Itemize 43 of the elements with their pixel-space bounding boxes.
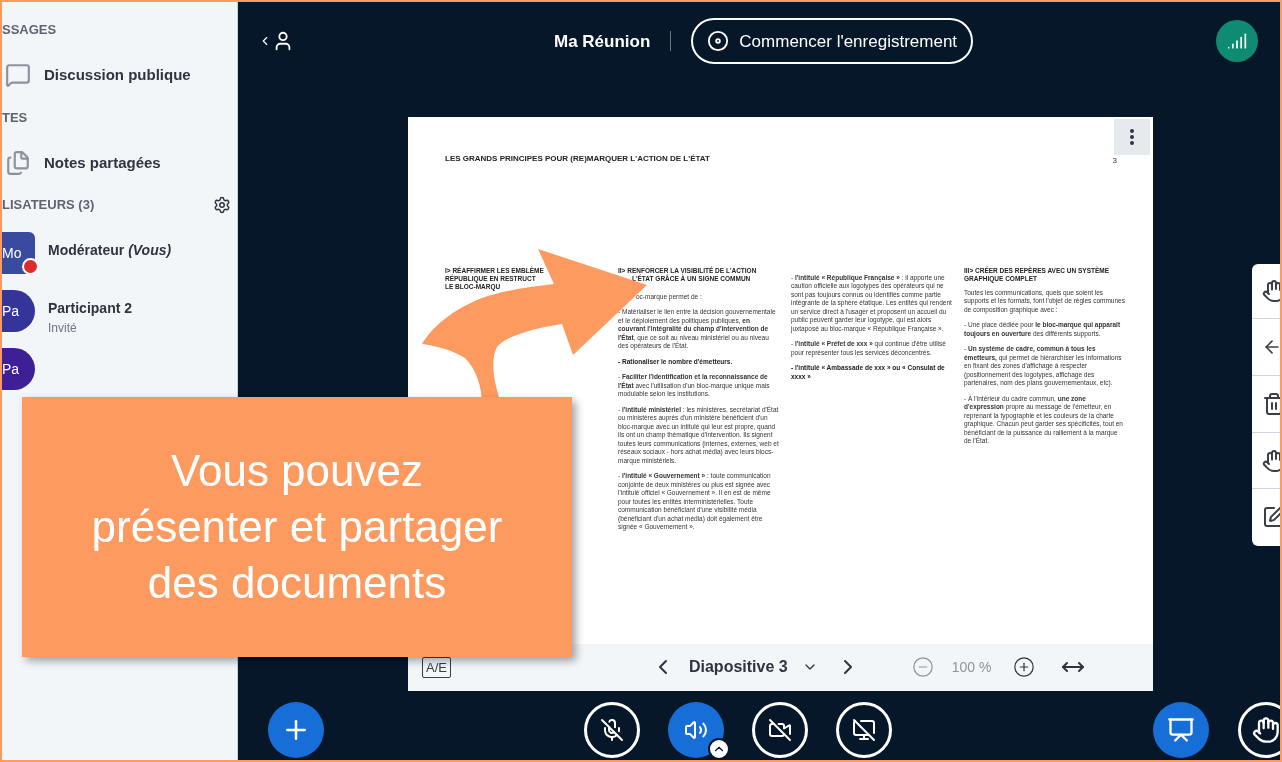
chat-icon	[5, 62, 31, 88]
caret-button[interactable]	[708, 737, 730, 760]
hand-icon[interactable]	[1262, 279, 1280, 303]
presentation-icon	[1167, 715, 1195, 744]
zoom-out-icon[interactable]	[911, 656, 934, 679]
mic-button[interactable]	[584, 701, 640, 758]
zoom-in-icon[interactable]	[1013, 656, 1036, 679]
page-number: 3	[1112, 154, 1117, 167]
user-role: Invité	[48, 320, 78, 337]
user-avatar: Pa	[2, 348, 35, 390]
hand-icon[interactable]	[1262, 448, 1280, 473]
sidebar-item[interactable]: Discussion publique	[2, 42, 237, 108]
zoom-level: 100 %	[951, 657, 992, 677]
settings-icon[interactable]	[213, 196, 231, 214]
camera-off-icon	[768, 717, 792, 742]
camera-button[interactable]	[752, 701, 808, 758]
user-avatar: Pa	[2, 290, 35, 332]
section-heading: SSAGES	[2, 21, 58, 39]
user-name: Modérateur (Vous)	[48, 241, 172, 260]
presenter-badge-icon	[22, 258, 39, 275]
callout-text: Vous pouvez présenter et partager des documents	[90, 445, 504, 609]
monitor-off-icon	[852, 717, 876, 742]
more-options-button[interactable]	[1114, 118, 1150, 155]
section-heading: TES	[2, 109, 29, 127]
screen-button[interactable]	[836, 701, 892, 758]
section-heading: LISATEURS (3)	[2, 196, 95, 215]
record-icon	[707, 30, 730, 53]
trash-icon[interactable]	[1262, 392, 1280, 416]
meeting-title: Ma Réunion	[554, 30, 651, 53]
hand-button[interactable]	[1238, 701, 1280, 758]
sidebar-item[interactable]: Notes partagées	[2, 130, 237, 196]
record-button[interactable]: Commencer l'enregistrement	[691, 18, 974, 65]
item-label: Notes partagées	[44, 152, 161, 173]
item-label: Discussion publique	[44, 64, 191, 85]
edit-icon[interactable]	[1262, 505, 1280, 529]
more-options-icon	[1130, 128, 1134, 145]
hand-icon	[1252, 715, 1280, 744]
user-name: Participant 2	[48, 299, 133, 318]
microphone-muted-icon	[600, 717, 624, 742]
notes-icon	[5, 150, 31, 176]
slide-title: LES GRANDS PRINCIPES POUR (RE)MARQUER L'ACTION DE L'ÉTAT	[445, 152, 710, 165]
slide-select-button[interactable]: Diapositive 3	[688, 655, 818, 680]
connection-status-button[interactable]	[1216, 20, 1258, 63]
